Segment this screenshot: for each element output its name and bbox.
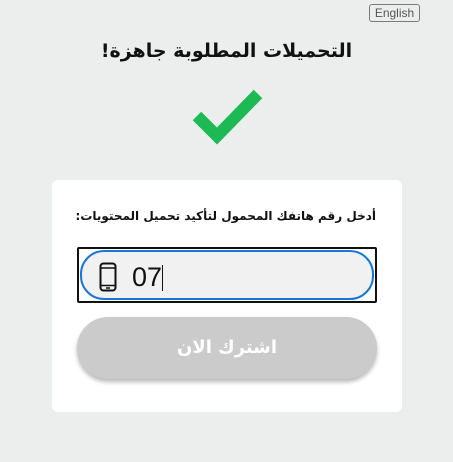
text-caret (162, 265, 163, 291)
phone-instruction: أدخل رقم هاتفك المحمول لتأكيد تحميل المح… (75, 209, 376, 223)
phone-input-wrapper[interactable] (80, 250, 374, 300)
phone-field[interactable] (77, 247, 377, 303)
checkmark-icon (192, 89, 263, 145)
page-title: التحميلات المطلوبة جاهزة! (100, 40, 353, 62)
subscribe-button[interactable]: اشترك الان (77, 317, 377, 379)
mobile-phone-icon (99, 262, 117, 292)
language-toggle-button[interactable]: English (369, 4, 420, 22)
subscription-card: أدخل رقم هاتفك المحمول لتأكيد تحميل المح… (52, 180, 402, 412)
